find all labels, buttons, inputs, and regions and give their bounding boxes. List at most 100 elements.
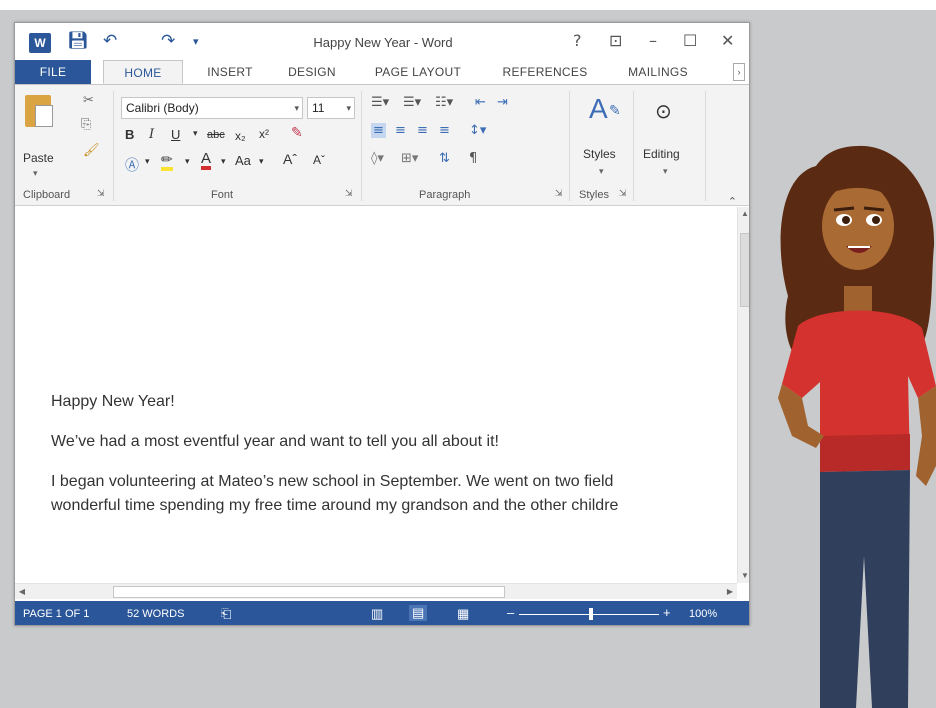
ribbon-scroll-right-icon[interactable]: › <box>733 63 745 81</box>
scroll-left-icon[interactable]: ◀ <box>15 584 29 600</box>
text-effects-icon[interactable]: Ⓐ <box>125 155 139 175</box>
multilevel-list-icon[interactable]: ☷▾ <box>435 95 453 110</box>
font-size-value: 11 <box>312 101 325 115</box>
ribbon-display-options-icon[interactable]: ⊡ <box>609 31 622 50</box>
scroll-right-icon[interactable]: ▶ <box>723 584 737 600</box>
chevron-down-icon: ▾ <box>294 103 299 113</box>
highlight-color-icon[interactable]: ✏ <box>161 153 173 171</box>
cut-icon[interactable]: ✂ <box>83 93 94 108</box>
sort-icon[interactable]: ⇅ <box>439 151 450 166</box>
maximize-icon[interactable]: ☐ <box>683 31 697 50</box>
increase-indent-icon[interactable]: ⇥ <box>497 95 508 110</box>
zoom-out-icon[interactable]: – <box>507 605 514 620</box>
horizontal-scrollbar[interactable]: ◀ ▶ <box>15 583 737 599</box>
zoom-level[interactable]: 100% <box>689 608 717 620</box>
chevron-down-icon[interactable]: ▾ <box>259 157 264 167</box>
paste-button[interactable]: Paste <box>23 151 54 165</box>
numbering-icon[interactable]: ☰▾ <box>403 95 421 110</box>
justify-icon[interactable]: ≡ <box>439 123 450 138</box>
bullets-icon[interactable]: ☰▾ <box>371 95 389 110</box>
paragraph-group-label: Paragraph <box>419 189 471 201</box>
chevron-down-icon[interactable]: ▾ <box>185 157 190 167</box>
grow-font-button[interactable]: Aˆ <box>283 151 297 167</box>
show-formatting-icon[interactable]: ¶ <box>469 151 477 166</box>
zoom-in-icon[interactable]: + <box>663 605 671 620</box>
tab-home[interactable]: HOME <box>103 60 183 84</box>
chevron-down-icon[interactable]: ▾ <box>599 167 604 177</box>
decrease-indent-icon[interactable]: ⇤ <box>475 95 486 110</box>
tab-insert[interactable]: INSERT <box>195 60 265 84</box>
styles-brush-icon: ✎ <box>609 103 621 119</box>
proofing-icon[interactable]: ⎗ <box>221 606 231 622</box>
read-mode-icon[interactable]: ▥ <box>371 606 383 622</box>
tab-references[interactable]: REFERENCES <box>495 60 595 84</box>
doc-paragraph: wonderful time spending my free time aro… <box>51 497 619 514</box>
font-color-icon[interactable]: A <box>201 151 212 170</box>
styles-group-label: Styles <box>579 189 609 201</box>
paste-dropdown-icon[interactable]: ▾ <box>33 169 38 179</box>
print-layout-icon[interactable]: ▤ <box>409 605 428 621</box>
line-spacing-icon[interactable]: ↕▾ <box>469 123 486 138</box>
scroll-up-icon[interactable]: ▲ <box>738 207 749 221</box>
web-layout-icon[interactable]: ▦ <box>457 606 469 622</box>
ribbon-tabs: FILE HOME INSERT DESIGN PAGE LAYOUT REFE… <box>15 60 749 84</box>
format-painter-icon[interactable]: 🖌︎ <box>83 143 100 158</box>
chevron-down-icon[interactable]: ▾ <box>145 157 150 167</box>
shading-icon[interactable]: ◊▾ <box>371 151 384 166</box>
chevron-down-icon[interactable]: ▾ <box>663 167 668 177</box>
scroll-down-icon[interactable]: ▼ <box>738 569 749 583</box>
shrink-font-button[interactable]: Aˇ <box>313 153 325 167</box>
bold-button[interactable]: B <box>125 127 134 142</box>
group-divider <box>633 91 634 201</box>
vertical-scroll-thumb[interactable] <box>740 233 749 307</box>
borders-icon[interactable]: ⊞▾ <box>401 151 418 166</box>
presenter-character-illustration <box>778 145 936 708</box>
underline-button[interactable]: U <box>171 127 180 142</box>
clipboard-launcher-icon[interactable]: ⇲ <box>97 189 105 199</box>
top-strip <box>0 0 936 10</box>
copy-icon[interactable]: ⎘ <box>81 117 91 132</box>
italic-button[interactable]: I <box>149 127 154 142</box>
tab-page-layout[interactable]: PAGE LAYOUT <box>363 60 473 84</box>
minimize-icon[interactable]: – <box>649 31 657 50</box>
font-size-dropdown[interactable]: 11 ▾ <box>307 97 355 119</box>
tab-file[interactable]: FILE <box>15 60 91 84</box>
align-right-icon[interactable]: ≡ <box>417 123 428 138</box>
chevron-down-icon[interactable]: ▾ <box>221 157 226 167</box>
font-launcher-icon[interactable]: ⇲ <box>345 189 353 199</box>
help-icon[interactable]: ? <box>573 31 582 50</box>
underline-dropdown-icon[interactable]: ▾ <box>193 129 198 139</box>
page-count[interactable]: PAGE 1 OF 1 <box>23 608 89 620</box>
font-name-dropdown[interactable]: Calibri (Body) ▾ <box>121 97 303 119</box>
editing-button[interactable]: Editing <box>643 147 680 161</box>
binoculars-icon[interactable]: ⊙ <box>655 99 672 123</box>
word-count[interactable]: 52 WORDS <box>127 608 184 620</box>
chevron-down-icon: ▾ <box>346 103 351 113</box>
tab-design[interactable]: DESIGN <box>277 60 347 84</box>
document-page[interactable]: Happy New Year! We’ve had a most eventfu… <box>15 207 737 583</box>
align-left-icon[interactable]: ≡ <box>371 123 386 138</box>
paste-icon[interactable] <box>25 95 53 127</box>
close-icon[interactable]: ✕ <box>721 31 734 50</box>
styles-icon[interactable]: A <box>589 93 608 125</box>
align-center-icon[interactable]: ≡ <box>395 123 406 138</box>
clear-formatting-icon[interactable]: ✎ <box>291 125 303 141</box>
clipboard-group-label: Clipboard <box>23 189 71 201</box>
strikethrough-button[interactable]: abc <box>207 129 225 141</box>
change-case-button[interactable]: Aa <box>235 153 251 168</box>
title-bar: W 💾︎ ↶ ↷ ▾ Happy New Year - Word ? ⊡ – ☐… <box>15 23 749 59</box>
window-title: Happy New Year - Word <box>313 35 453 50</box>
styles-launcher-icon[interactable]: ⇲ <box>619 189 627 199</box>
font-group-label: Font <box>211 189 234 201</box>
paragraph-launcher-icon[interactable]: ⇲ <box>555 189 563 199</box>
horizontal-scroll-thumb[interactable] <box>113 586 505 598</box>
group-divider <box>113 91 114 201</box>
tab-mailings[interactable]: MAILINGS <box>615 60 701 84</box>
styles-button[interactable]: Styles <box>583 147 616 161</box>
vertical-scrollbar[interactable]: ▲ ▼ <box>737 207 749 583</box>
word-window: W 💾︎ ↶ ↷ ▾ Happy New Year - Word ? ⊡ – ☐… <box>14 22 750 626</box>
superscript-button[interactable]: x² <box>259 127 269 141</box>
zoom-slider-thumb[interactable] <box>589 608 593 620</box>
font-name-value: Calibri (Body) <box>126 101 199 115</box>
subscript-button[interactable]: x₂ <box>235 129 246 143</box>
